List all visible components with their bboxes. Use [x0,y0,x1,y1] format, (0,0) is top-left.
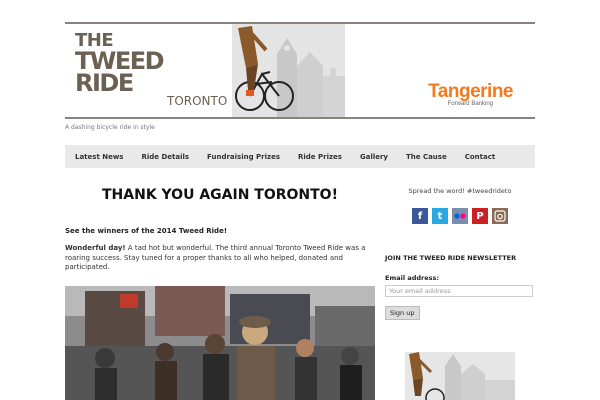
post-paragraph: Wonderful day! A tad hot but wonderful. … [65,244,375,273]
pinterest-icon[interactable]: P [472,208,488,224]
main-nav: Latest News Ride Details Fundraising Pri… [65,145,535,168]
email-label: Email address: [385,274,439,282]
nav-ride-details[interactable]: Ride Details [132,153,198,161]
signup-button[interactable]: Sign up [385,306,420,320]
para-lead: Wonderful day! [65,244,126,252]
flickr-icon[interactable] [452,208,468,224]
main-content: THANK YOU AGAIN TORONTO! See the winners… [65,185,375,273]
site-logo[interactable]: THE TWEED RIDE TORONTO [75,32,228,109]
nav-latest-news[interactable]: Latest News [65,153,132,161]
tweed-ride-photo[interactable] [65,286,375,400]
winners-link[interactable]: See the winners of the 2014 Tweed Ride! [65,227,375,235]
newsletter-title: JOIN THE TWEED RIDE NEWSLETTER [385,254,517,262]
email-field[interactable]: Your email address [385,285,533,297]
nav-gallery[interactable]: Gallery [351,153,397,161]
nav-ride-prizes[interactable]: Ride Prizes [289,153,351,161]
sidebar-cyclist-illustration[interactable] [405,352,515,400]
twitter-icon[interactable]: t [432,208,448,224]
post-headline: THANK YOU AGAIN TORONTO! [102,187,338,203]
facebook-icon[interactable]: f [412,208,428,224]
nav-the-cause[interactable]: The Cause [397,153,456,161]
logo-city: TORONTO [167,94,228,108]
sponsor-name: Tangerine [428,81,513,102]
spread-the-word: Spread the word! #tweedrideto [408,187,512,195]
social-icons: f t P [385,208,535,224]
instagram-icon[interactable] [492,208,508,224]
nav-fundraising-prizes[interactable]: Fundraising Prizes [198,153,289,161]
sidebar: Spread the word! #tweedrideto f t P JOIN… [385,185,535,320]
nav-contact[interactable]: Contact [456,153,505,161]
logo-title: TWEED RIDE [75,47,165,97]
sponsor-logo[interactable]: Tangerine Forward Banking [428,82,513,107]
header-bottom-rule [65,117,535,119]
banner-cyclist-illustration [232,24,345,117]
site-tagline: A dashing bicycle ride in style [65,124,155,131]
site-header: THE TWEED RIDE TORONTO Tangerine Forward… [65,24,535,117]
